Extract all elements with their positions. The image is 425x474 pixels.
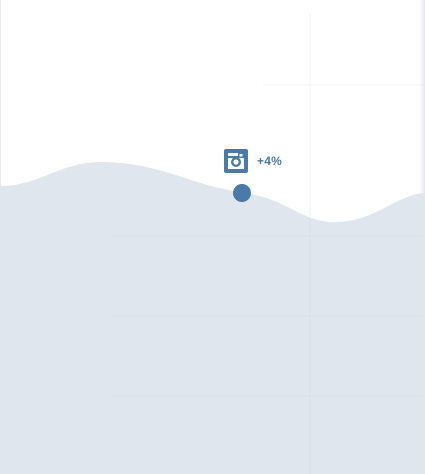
change-percentage-label: +4% — [257, 154, 282, 168]
data-point-marker[interactable] — [233, 184, 251, 202]
area-chart — [0, 14, 425, 474]
annotation-callout: +4% — [224, 149, 282, 173]
chart-stage: +4% — [0, 0, 425, 474]
instagram-icon — [224, 149, 248, 173]
area-series — [0, 162, 425, 474]
panel-right-shadow — [419, 0, 425, 474]
